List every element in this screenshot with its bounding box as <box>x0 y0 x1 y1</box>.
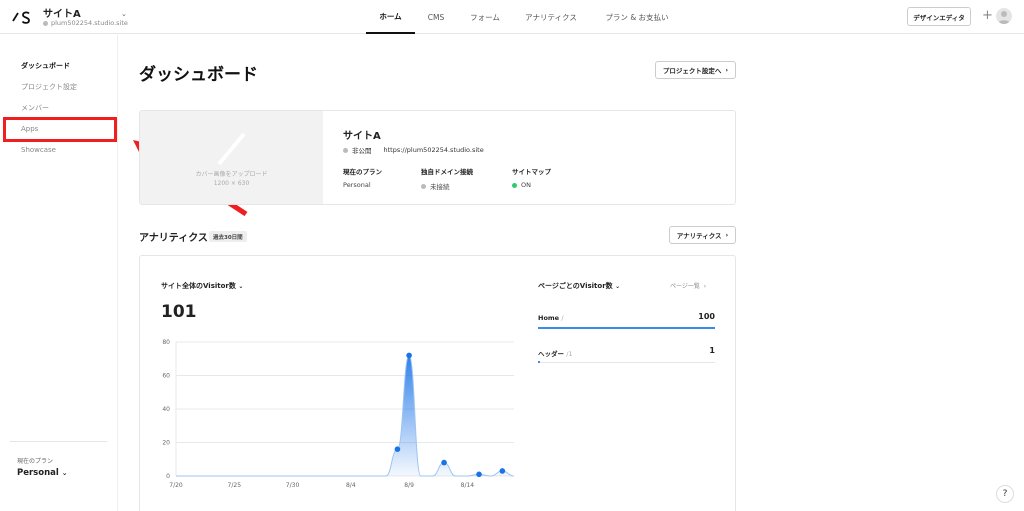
y-tick-label: 60 <box>162 373 170 380</box>
visitors-chart-title[interactable]: サイト全体のVisitor数 ⌄ <box>161 281 243 291</box>
page-row-header-path: /1 <box>566 350 573 358</box>
project-settings-button-label: プロジェクト設定へ <box>662 67 722 75</box>
x-tick-label: 7/30 <box>286 482 300 489</box>
x-tick-label: 8/9 <box>404 482 414 489</box>
page-list-link[interactable]: ページ一覧 › <box>670 281 706 290</box>
page-row-header-value: 1 <box>709 346 715 355</box>
visitors-chart-title-text: サイト全体のVisitor数 <box>161 282 236 290</box>
chevron-right-icon: › <box>701 283 707 290</box>
visitors-point <box>394 446 401 452</box>
project-card: カバー画像をアップロード 1200 × 630 サイトA 非公開 https:/… <box>139 110 736 205</box>
visitors-point <box>499 468 506 474</box>
visitors-point <box>406 352 412 359</box>
visitors-chart: 0 20 40 60 80 7/20 7/25 7/30 8/4 8/9 8/14 <box>162 339 515 489</box>
plan-value: Personal <box>343 181 371 189</box>
pages-visitors-title-text: ページごとのVisitor数 <box>538 282 613 290</box>
page-title: ダッシュボード <box>139 65 258 85</box>
analytics-button-label: アナリティクス <box>676 232 722 240</box>
cover-placeholder-icon <box>217 132 246 166</box>
domain-status-dot-icon <box>421 183 426 189</box>
cover-size-text: 1200 × 630 <box>213 180 250 187</box>
x-tick-label: 7/25 <box>228 482 242 489</box>
pages-visitors-title[interactable]: ページごとのVisitor数 ⌄ <box>538 281 620 291</box>
y-tick-label: 40 <box>162 406 170 413</box>
cover-upload-text: カバー画像をアップロード <box>195 171 268 178</box>
page-row-home-bar-fill <box>538 327 715 329</box>
visibility-text: 非公開 <box>352 147 372 155</box>
visitors-point <box>476 471 482 478</box>
plan-value-text: Personal <box>343 181 371 189</box>
page-row-home-name: Home <box>538 314 560 322</box>
page-row-home-value: 100 <box>698 312 715 321</box>
visitors-area <box>176 355 514 476</box>
page-row-home-path: / <box>561 314 564 322</box>
page-row-header-name: ヘッダー <box>538 350 564 358</box>
sitemap-label: サイトマップ <box>512 168 551 176</box>
sitemap-value-text: ON <box>521 181 531 189</box>
cover-upload-area[interactable]: カバー画像をアップロード 1200 × 630 <box>140 111 323 204</box>
x-tick-label: 8/14 <box>461 482 475 489</box>
domain-value: 未接続 <box>421 181 450 191</box>
project-name: サイトA <box>343 131 381 142</box>
visibility-dot-icon <box>343 147 348 153</box>
sitemap-value: ON <box>512 181 531 189</box>
page-row-header-bar <box>538 362 715 363</box>
analytics-section-title: アナリティクス <box>139 233 208 244</box>
domain-value-text: 未接続 <box>430 183 450 191</box>
period-badge: 過去30日間 <box>209 231 247 242</box>
chevron-right-icon: › <box>725 231 729 239</box>
chevron-right-icon: › <box>725 66 729 74</box>
y-tick-label: 80 <box>162 339 170 346</box>
x-tick-label: 7/20 <box>169 482 183 489</box>
sitemap-status-dot-icon <box>512 182 517 188</box>
plan-label: 現在のプラン <box>343 168 382 176</box>
visitors-point <box>441 459 447 466</box>
page-row-home-label[interactable]: Home / <box>538 314 564 322</box>
visitors-total: 101 <box>161 302 197 322</box>
analytics-card: サイト全体のVisitor数 ⌄ 101 0 20 40 60 80 7/20 7/25 7/… <box>139 255 736 511</box>
help-button[interactable]: ? <box>996 485 1014 503</box>
page-row-header-bar-fill <box>538 361 540 363</box>
y-tick-label: 0 <box>166 473 170 480</box>
chevron-down-icon: ⌄ <box>238 283 244 290</box>
project-settings-button[interactable]: プロジェクト設定へ › <box>655 61 736 79</box>
page-list-link-text: ページ一覧 <box>670 283 700 290</box>
y-tick-label: 20 <box>162 440 170 447</box>
visitors-line <box>176 354 515 477</box>
page-row-header-label[interactable]: ヘッダー /1 <box>538 348 573 358</box>
chevron-down-icon: ⌄ <box>615 283 621 290</box>
project-url-link[interactable]: https://plum502254.studio.site <box>384 146 484 154</box>
analytics-button[interactable]: アナリティクス › <box>669 226 736 244</box>
domain-label: 独自ドメイン接続 <box>421 168 473 176</box>
project-visibility-row: 非公開 https://plum502254.studio.site <box>343 145 484 155</box>
x-tick-label: 8/4 <box>346 482 356 489</box>
